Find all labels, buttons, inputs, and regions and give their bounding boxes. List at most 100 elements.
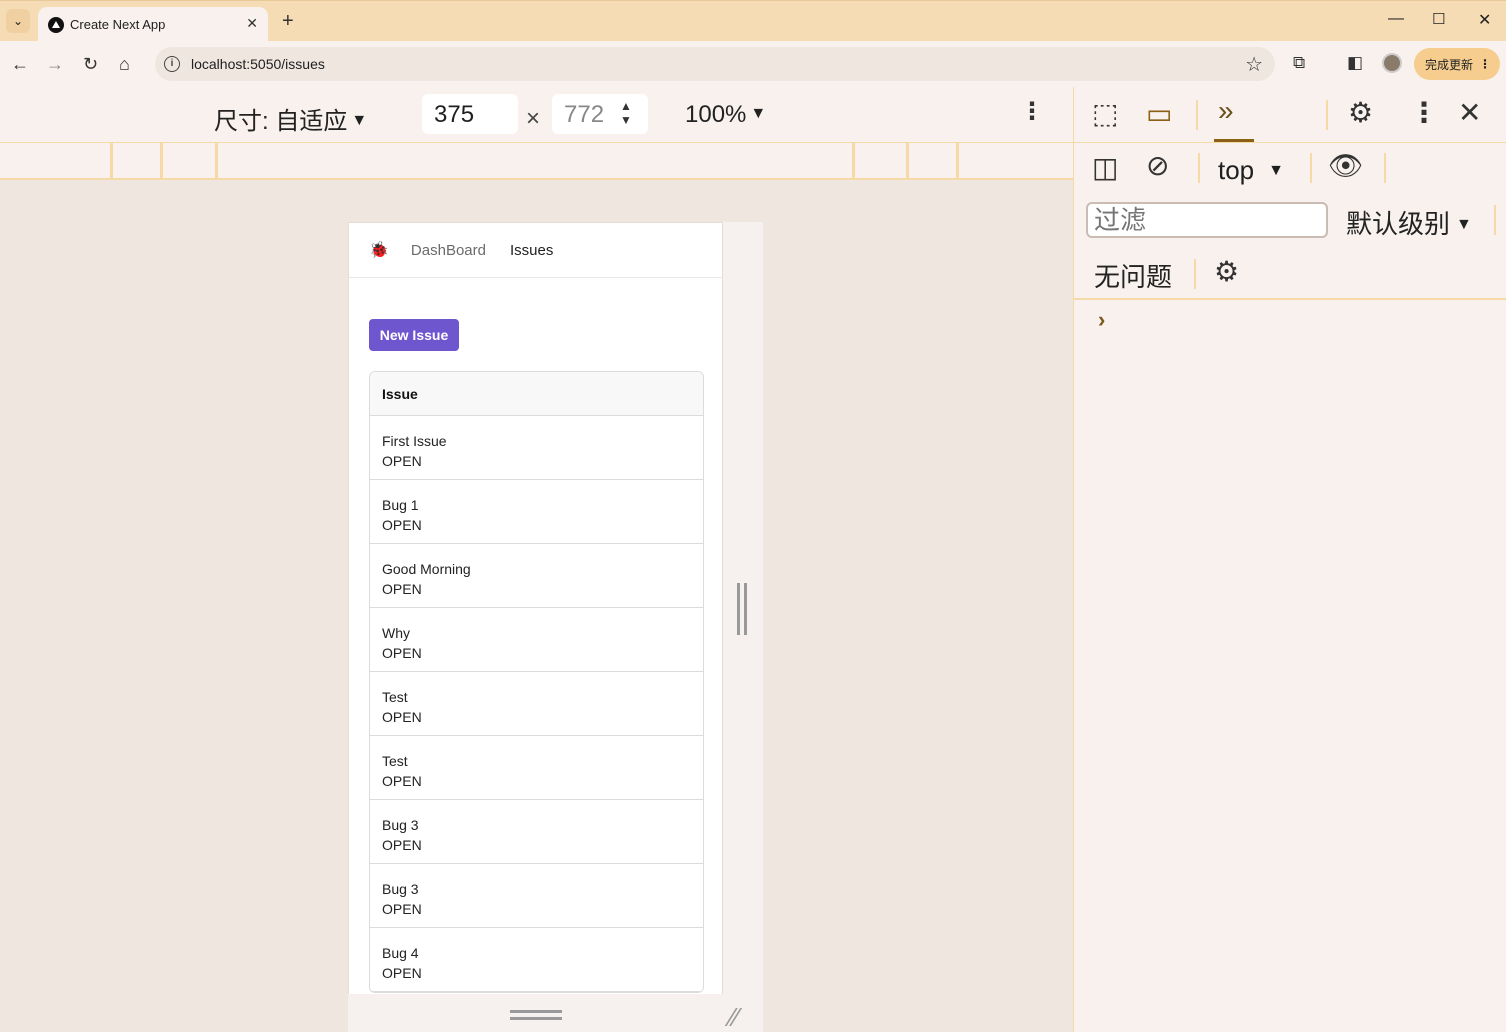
divider xyxy=(1198,153,1200,183)
divider xyxy=(1384,153,1386,183)
console-prompt-chevron-icon[interactable]: › xyxy=(1098,307,1105,333)
width-input[interactable]: 375 xyxy=(422,94,518,134)
height-stepper-icon[interactable]: ▲ ▼ xyxy=(620,99,632,127)
ruler-mark[interactable] xyxy=(956,143,959,180)
context-label: top xyxy=(1218,155,1255,185)
divider xyxy=(1494,205,1496,235)
devtools-more-icon[interactable]: ⋮ xyxy=(1410,96,1438,129)
issue-title[interactable]: First Issue xyxy=(382,431,691,451)
issue-title[interactable]: Why xyxy=(382,623,691,643)
issues-counter[interactable]: 无问题 xyxy=(1094,257,1172,294)
console-divider xyxy=(1074,298,1506,300)
zoom-dropdown[interactable]: 100% ▼ xyxy=(685,101,766,129)
active-tab-indicator xyxy=(1214,139,1254,142)
devtools-panel: ⬚ ▭ » ⚙ ⋮ ✕ ◫ ⊘ top ▼ 👁 默认级别 ▼ 无问题 ⚙ › xyxy=(1073,87,1506,1032)
issue-title[interactable]: Test xyxy=(382,751,691,771)
table-row[interactable]: Bug 3 OPEN xyxy=(370,864,703,928)
dimensions-dropdown[interactable]: 尺寸: 自适应 ▼ xyxy=(214,101,367,136)
device-toolbar: 尺寸: 自适应 ▼ 375 × 772 ▲ ▼ 100% ▼ ⋮ xyxy=(0,87,1073,143)
height-input[interactable]: 772 xyxy=(552,94,648,134)
height-resize-handle[interactable] xyxy=(510,1010,562,1020)
divider xyxy=(1196,100,1198,130)
side-panel-icon[interactable]: ◧ xyxy=(1347,53,1363,73)
bookmark-star-icon[interactable]: ☆ xyxy=(1245,52,1263,77)
ruler-mark[interactable] xyxy=(160,143,163,180)
sidebar-toggle-icon[interactable]: ◫ xyxy=(1092,151,1118,184)
caret-down-icon: ▼ xyxy=(1268,162,1284,179)
table-row[interactable]: Bug 4 OPEN xyxy=(370,928,703,992)
table-row[interactable]: Why OPEN xyxy=(370,608,703,672)
console-settings-gear-icon[interactable]: ⚙ xyxy=(1214,255,1239,288)
reload-icon[interactable]: ↻ xyxy=(83,53,98,75)
table-row[interactable]: Test OPEN xyxy=(370,736,703,800)
tab-strip: ⌄ Create Next App ✕ + — ☐ ✕ xyxy=(0,0,1506,42)
nav-dashboard[interactable]: DashBoard xyxy=(411,242,486,259)
issue-title[interactable]: Bug 1 xyxy=(382,495,691,515)
new-issue-button[interactable]: New Issue xyxy=(369,319,459,351)
more-tabs-icon[interactable]: » xyxy=(1218,95,1234,127)
caret-down-icon: ▼ xyxy=(1456,216,1472,233)
tab-close-icon[interactable]: ✕ xyxy=(246,15,258,32)
nav-issues[interactable]: Issues xyxy=(510,242,553,259)
table-header: Issue xyxy=(370,372,703,416)
forward-icon[interactable]: → xyxy=(46,53,64,75)
width-resize-handle[interactable] xyxy=(737,583,747,635)
tab-title: Create Next App xyxy=(70,17,166,32)
live-expression-eye-icon[interactable]: 👁 xyxy=(1328,149,1364,182)
bug-icon[interactable]: 🐞 xyxy=(369,240,389,260)
devtools-close-icon[interactable]: ✕ xyxy=(1458,96,1481,129)
ruler-mark[interactable] xyxy=(906,143,909,180)
times-icon: × xyxy=(526,105,541,132)
app-navbar: 🐞 DashBoard Issues xyxy=(349,223,722,278)
clear-console-icon[interactable]: ⊘ xyxy=(1146,149,1169,182)
table-row[interactable]: Good Morning OPEN xyxy=(370,544,703,608)
issue-title[interactable]: Bug 4 xyxy=(382,943,691,963)
table-row[interactable]: Test OPEN xyxy=(370,672,703,736)
log-level-label: 默认级别 xyxy=(1346,209,1451,239)
issue-title[interactable]: Good Morning xyxy=(382,559,691,579)
minimize-icon[interactable]: — xyxy=(1388,10,1404,28)
window-close-icon[interactable]: ✕ xyxy=(1478,10,1491,30)
issue-status: OPEN xyxy=(382,517,422,533)
browser-tab[interactable]: Create Next App ✕ xyxy=(38,7,268,42)
update-button[interactable]: 完成更新 ⋮ xyxy=(1414,48,1500,80)
home-icon[interactable]: ⌂ xyxy=(119,53,130,75)
issues-table: Issue First Issue OPEN Bug 1 OPEN Good Mor… xyxy=(369,371,704,993)
table-row[interactable]: Bug 3 OPEN xyxy=(370,800,703,864)
extensions-icon[interactable]: ⧉ xyxy=(1293,53,1305,73)
device-toggle-icon[interactable]: ▭ xyxy=(1146,97,1172,130)
ruler-mark[interactable] xyxy=(110,143,113,180)
new-tab-icon[interactable]: + xyxy=(282,10,294,32)
site-info-icon[interactable]: i xyxy=(164,56,180,72)
console-filter-input[interactable] xyxy=(1086,202,1328,238)
inspect-element-icon[interactable]: ⬚ xyxy=(1092,97,1118,130)
nextjs-favicon-icon xyxy=(48,16,64,33)
issue-title[interactable]: Bug 3 xyxy=(382,879,691,899)
browser-toolbar: ← → ↻ ⌂ i localhost:5050/issues ☆ ⧉ ◧ 完成… xyxy=(0,41,1506,87)
divider xyxy=(1326,100,1328,130)
tab-search-icon[interactable]: ⌄ xyxy=(6,9,30,33)
devtools-tabbar: ⬚ ▭ » ⚙ ⋮ ✕ xyxy=(1074,87,1506,143)
ruler-mark[interactable] xyxy=(215,143,218,180)
device-more-icon[interactable]: ⋮ xyxy=(1020,97,1044,126)
issue-title[interactable]: Bug 3 xyxy=(382,815,691,835)
caret-down-icon: ▼ xyxy=(351,112,368,129)
zoom-label: 100% xyxy=(685,101,747,128)
divider xyxy=(1310,153,1312,183)
profile-avatar[interactable] xyxy=(1382,53,1402,73)
table-row[interactable]: Bug 1 OPEN xyxy=(370,480,703,544)
ruler-mark[interactable] xyxy=(852,143,855,180)
device-viewport: 🐞 DashBoard Issues New Issue Issue First… xyxy=(348,222,723,994)
url-text[interactable]: localhost:5050/issues xyxy=(191,56,325,72)
settings-gear-icon[interactable]: ⚙ xyxy=(1348,96,1373,129)
back-icon[interactable]: ← xyxy=(11,53,29,75)
address-bar[interactable]: i localhost:5050/issues ☆ xyxy=(155,47,1275,81)
context-dropdown[interactable]: top ▼ xyxy=(1218,155,1284,186)
corner-resize-icon[interactable]: ⁄⁄ xyxy=(730,1002,739,1032)
maximize-icon[interactable]: ☐ xyxy=(1432,10,1445,28)
log-level-dropdown[interactable]: 默认级别 ▼ xyxy=(1346,204,1472,241)
issue-title[interactable]: Test xyxy=(382,687,691,707)
table-row[interactable]: First Issue OPEN xyxy=(370,416,703,480)
update-label: 完成更新 xyxy=(1425,57,1474,72)
issue-status: OPEN xyxy=(382,901,422,917)
